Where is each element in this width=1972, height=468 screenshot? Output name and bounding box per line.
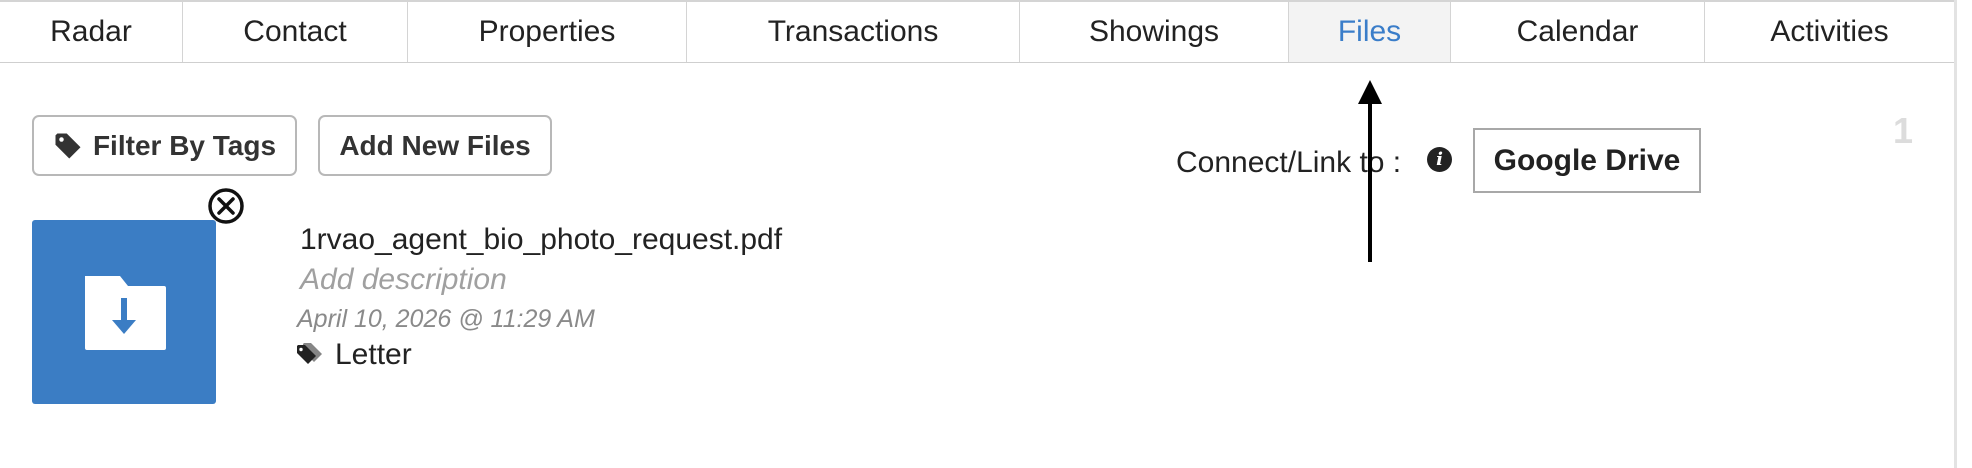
nav-tabs: Radar Contact Properties Transactions Sh… xyxy=(0,0,1954,63)
tab-activities[interactable]: Activities xyxy=(1705,2,1954,62)
scrollbar-track[interactable] xyxy=(1954,0,1957,468)
tab-contact[interactable]: Contact xyxy=(183,2,408,62)
tags-icon xyxy=(297,343,322,364)
file-description-field[interactable]: Add description xyxy=(300,263,507,297)
file-tag[interactable]: Letter xyxy=(295,338,412,372)
filter-by-tags-label: Filter By Tags xyxy=(92,129,277,161)
tab-transactions[interactable]: Transactions xyxy=(687,2,1020,62)
file-thumbnail[interactable] xyxy=(32,220,216,404)
google-drive-button[interactable]: Google Drive xyxy=(1473,128,1701,193)
close-circle-icon[interactable] xyxy=(207,187,245,225)
info-icon[interactable]: i xyxy=(1427,147,1452,172)
file-name[interactable]: 1rvao_agent_bio_photo_request.pdf xyxy=(300,223,782,257)
file-tag-label: Letter xyxy=(335,338,412,371)
add-new-files-label: Add New Files xyxy=(339,129,531,161)
tab-showings[interactable]: Showings xyxy=(1020,2,1289,62)
tab-radar[interactable]: Radar xyxy=(0,2,183,62)
annotation-arrow xyxy=(1358,80,1382,262)
tab-properties[interactable]: Properties xyxy=(408,2,687,62)
folder-download-icon xyxy=(85,276,166,350)
page-number: 1 xyxy=(1893,110,1914,151)
file-date: April 10, 2026 @ 11:29 AM xyxy=(297,305,595,333)
filter-by-tags-button[interactable]: Filter By Tags xyxy=(32,115,297,176)
tab-files[interactable]: Files xyxy=(1289,2,1451,62)
add-new-files-button[interactable]: Add New Files xyxy=(318,115,552,176)
tag-icon xyxy=(55,133,81,158)
tab-calendar[interactable]: Calendar xyxy=(1451,2,1705,62)
